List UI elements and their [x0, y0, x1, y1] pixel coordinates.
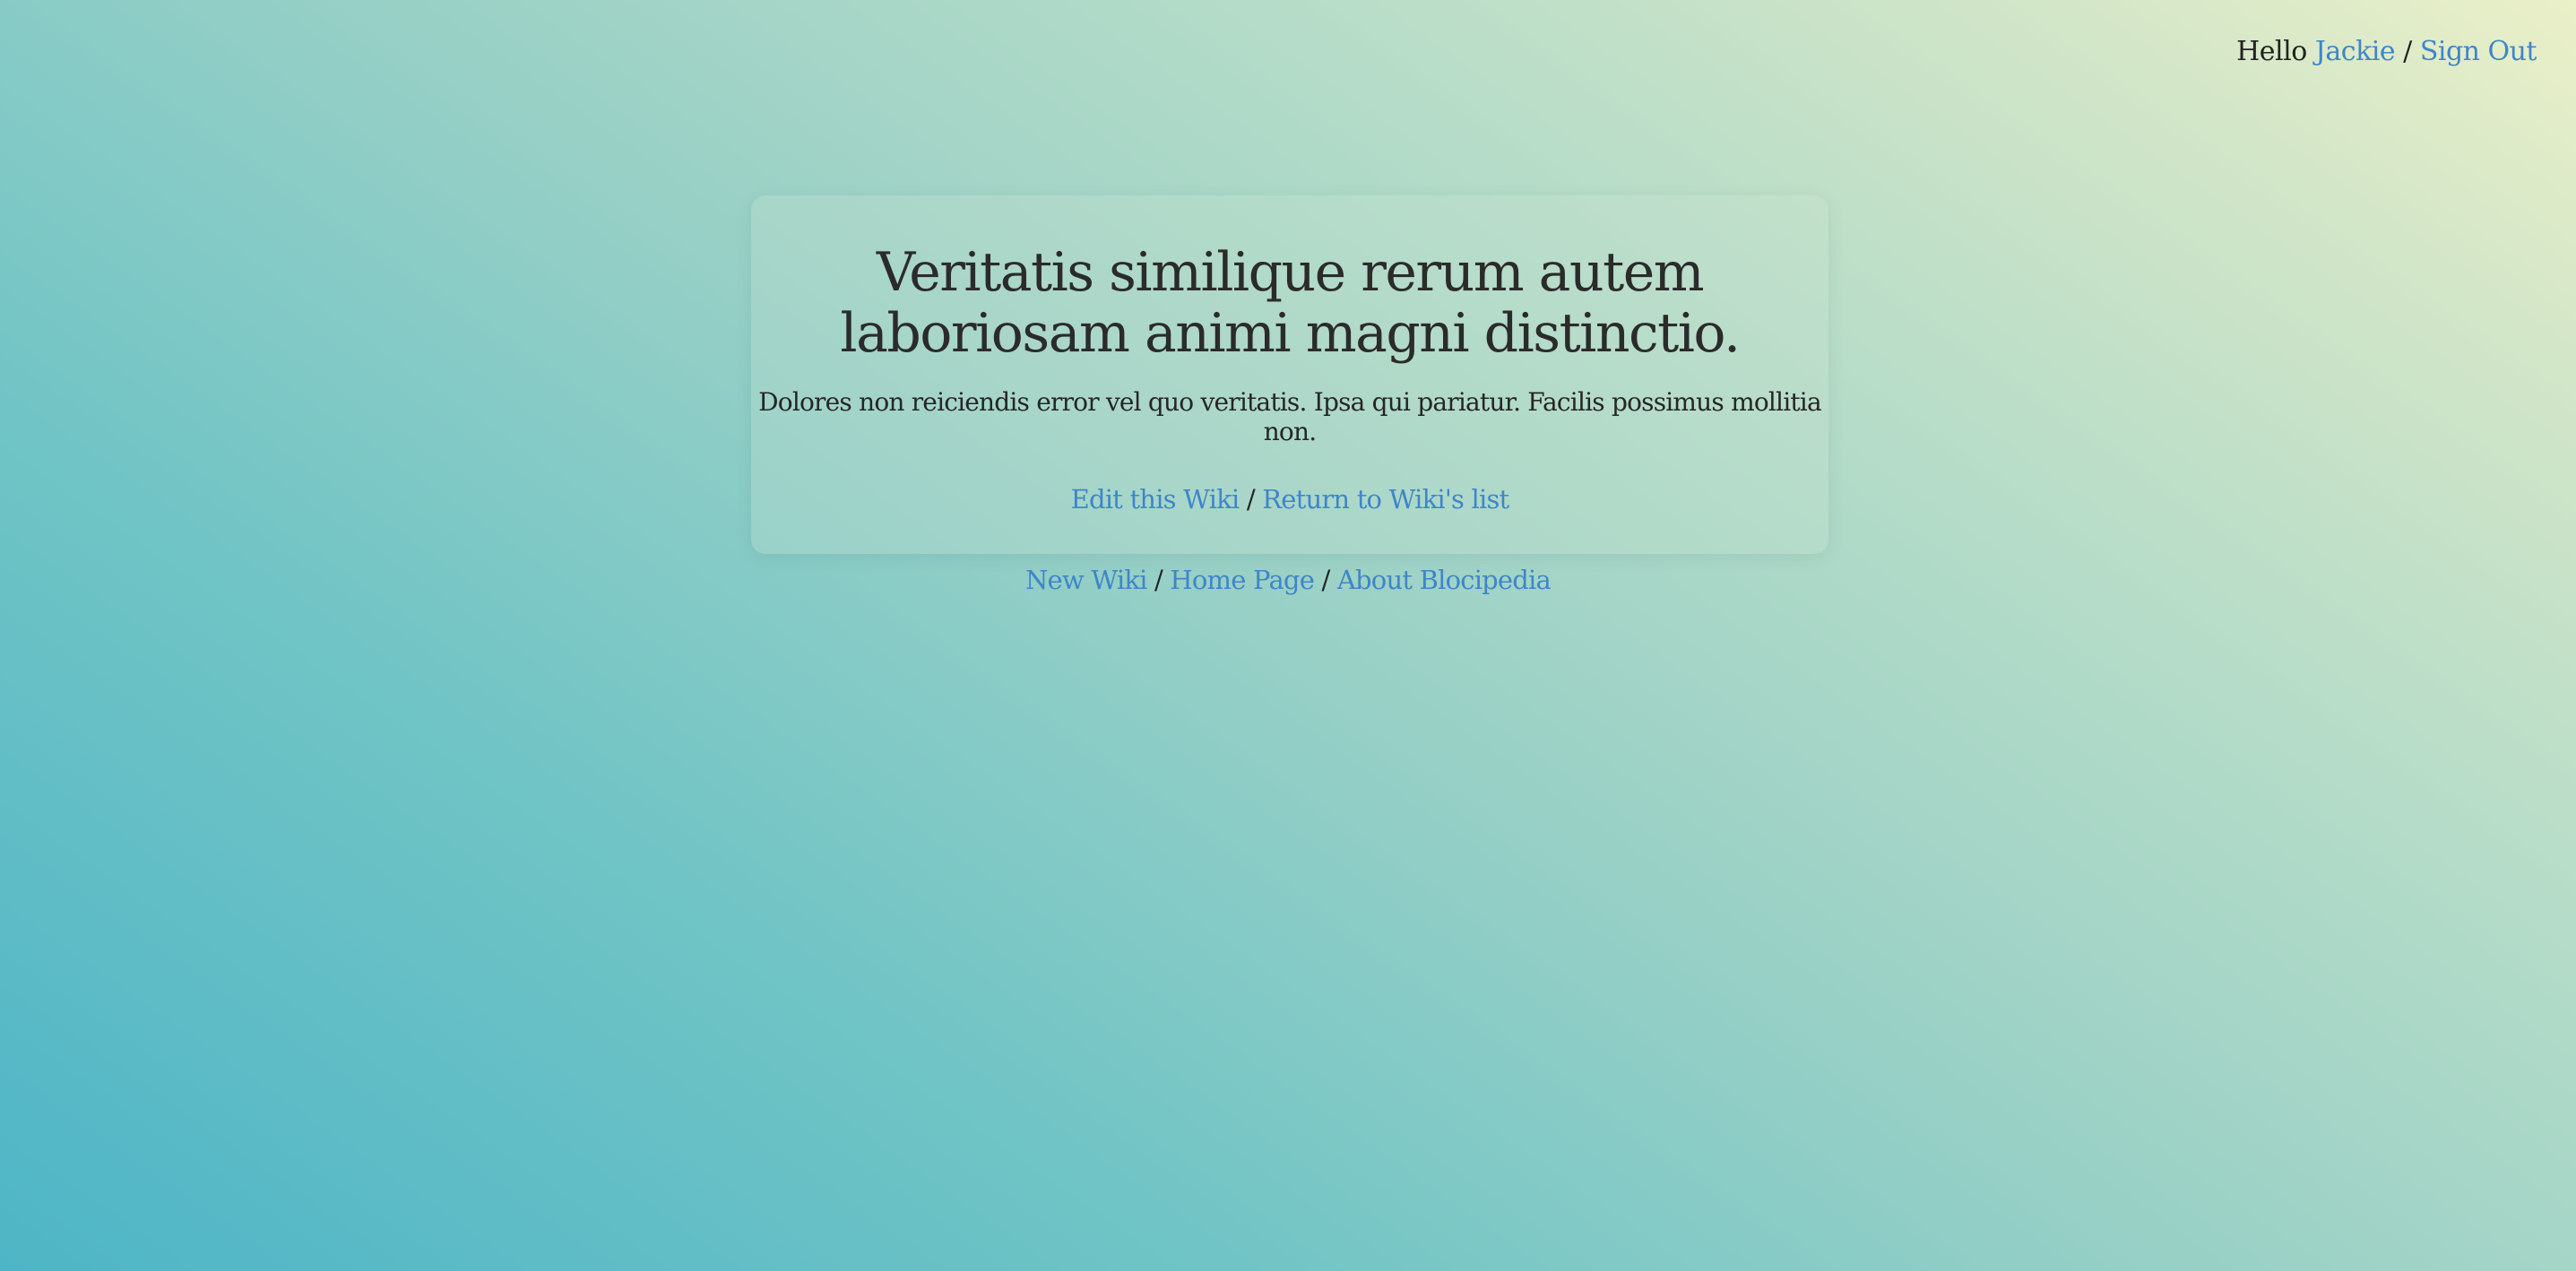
greeting-text: Hello: [2236, 36, 2307, 67]
new-wiki-link[interactable]: New Wiki: [1025, 565, 1147, 595]
username-link[interactable]: Jackie: [2315, 36, 2396, 67]
wiki-card: Veritatis similique rerum autem laborios…: [751, 195, 1828, 554]
sign-out-link[interactable]: Sign Out: [2420, 36, 2537, 67]
about-blocipedia-link[interactable]: About Blocipedia: [1337, 565, 1552, 595]
user-bar: Hello Jackie / Sign Out: [2236, 36, 2537, 67]
separator: /: [1321, 565, 1330, 595]
wiki-title: Veritatis similique rerum autem laborios…: [840, 241, 1741, 365]
return-to-wiki-list-link[interactable]: Return to Wiki's list: [1262, 484, 1509, 514]
home-page-link[interactable]: Home Page: [1170, 565, 1314, 595]
edit-wiki-link[interactable]: Edit this Wiki: [1071, 484, 1240, 514]
separator: /: [1154, 565, 1163, 595]
separator: /: [1246, 484, 1256, 514]
wiki-body: Dolores non reiciendis error vel quo ver…: [758, 387, 1822, 446]
separator: /: [2403, 36, 2412, 67]
footer-nav: New Wiki / Home Page / About Blocipedia: [0, 565, 2576, 595]
wiki-actions: Edit this Wiki / Return to Wiki's list: [751, 484, 1828, 514]
